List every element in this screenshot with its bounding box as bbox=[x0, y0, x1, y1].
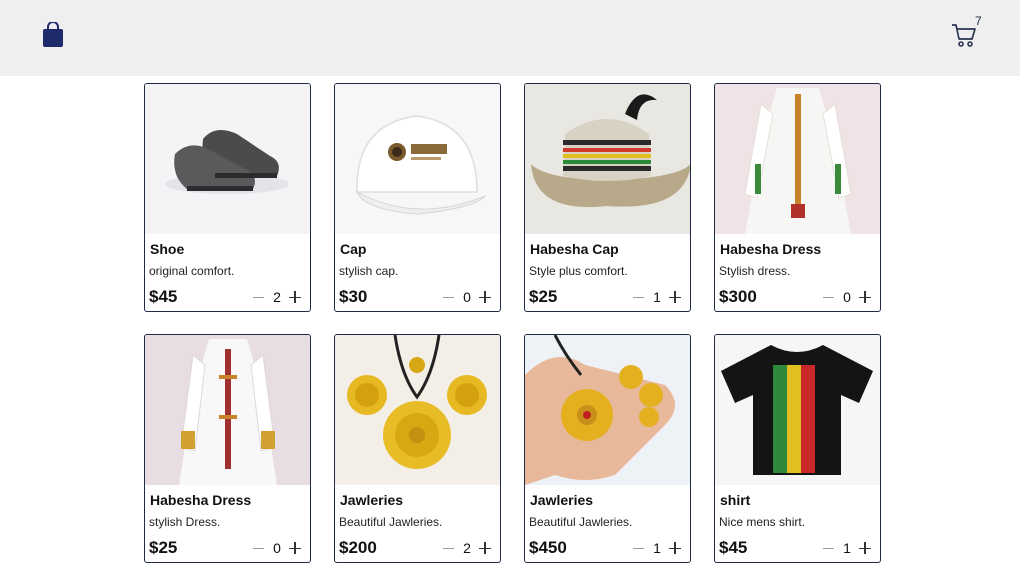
product-card[interactable]: Jawleries Beautiful Jawleries. $450 1 bbox=[524, 334, 691, 563]
product-description: Style plus comfort. bbox=[529, 264, 628, 278]
increment-button[interactable] bbox=[669, 542, 681, 554]
jewelry-hand-image bbox=[525, 335, 690, 485]
woven-hat-image bbox=[525, 84, 690, 234]
quantity-value: 0 bbox=[463, 289, 471, 305]
quantity-value: 1 bbox=[653, 289, 661, 305]
quantity-value: 0 bbox=[273, 540, 281, 556]
product-card[interactable]: shirt Nice mens shirt. $45 1 bbox=[714, 334, 881, 563]
dress-image bbox=[145, 335, 310, 485]
product-title: Habesha Dress bbox=[150, 492, 252, 508]
product-description: Beautiful Jawleries. bbox=[339, 515, 443, 529]
decrement-button[interactable] bbox=[253, 542, 265, 554]
product-title: Shoe bbox=[150, 241, 185, 257]
product-card[interactable]: Cap stylish cap. $30 0 bbox=[334, 83, 501, 312]
product-grid: Shoe original comfort. $45 2 Cap stylish… bbox=[144, 83, 881, 563]
product-title: Jawleries bbox=[340, 492, 404, 508]
quantity-value: 1 bbox=[653, 540, 661, 556]
product-description: original comfort. bbox=[149, 264, 235, 278]
product-price: $300 bbox=[719, 287, 757, 306]
product-card[interactable]: Habesha Dress stylish Dress. $25 0 bbox=[144, 334, 311, 563]
quantity-stepper: 1 bbox=[823, 540, 871, 556]
product-description: Stylish dress. bbox=[719, 264, 791, 278]
product-card[interactable]: Habesha Cap Style plus comfort. $25 1 bbox=[524, 83, 691, 312]
cart-icon[interactable] bbox=[951, 22, 977, 48]
product-card[interactable]: Jawleries Beautiful Jawleries. $200 2 bbox=[334, 334, 501, 563]
increment-button[interactable] bbox=[289, 291, 301, 303]
shopping-bag-icon[interactable] bbox=[41, 21, 65, 48]
increment-button[interactable] bbox=[669, 291, 681, 303]
quantity-stepper: 2 bbox=[443, 540, 491, 556]
product-title: shirt bbox=[720, 492, 751, 508]
decrement-button[interactable] bbox=[633, 291, 645, 303]
product-description: Nice mens shirt. bbox=[719, 515, 806, 529]
quantity-stepper: 2 bbox=[253, 289, 301, 305]
quantity-stepper: 0 bbox=[253, 540, 301, 556]
decrement-button[interactable] bbox=[253, 291, 265, 303]
increment-button[interactable] bbox=[859, 542, 871, 554]
product-price: $25 bbox=[529, 287, 558, 306]
quantity-stepper: 1 bbox=[633, 540, 681, 556]
product-description: stylish cap. bbox=[339, 264, 399, 278]
product-price: $45 bbox=[719, 538, 748, 557]
shoe-image bbox=[145, 84, 310, 234]
increment-button[interactable] bbox=[859, 291, 871, 303]
product-price: $30 bbox=[339, 287, 368, 306]
decrement-button[interactable] bbox=[823, 542, 835, 554]
increment-button[interactable] bbox=[289, 542, 301, 554]
tshirt-image bbox=[715, 335, 880, 485]
product-price: $450 bbox=[529, 538, 567, 557]
quantity-value: 2 bbox=[463, 540, 471, 556]
cart-count-badge: 7 bbox=[975, 14, 982, 28]
quantity-stepper: 0 bbox=[823, 289, 871, 305]
product-title: Habesha Dress bbox=[720, 241, 822, 257]
jewelry-set-image bbox=[335, 335, 500, 485]
decrement-button[interactable] bbox=[633, 542, 645, 554]
quantity-value: 0 bbox=[843, 289, 851, 305]
quantity-stepper: 1 bbox=[633, 289, 681, 305]
quantity-value: 1 bbox=[843, 540, 851, 556]
product-card[interactable]: Habesha Dress Stylish dress. $300 0 bbox=[714, 83, 881, 312]
product-title: Cap bbox=[340, 241, 367, 257]
decrement-button[interactable] bbox=[443, 542, 455, 554]
top-header: 7 bbox=[0, 0, 1020, 76]
decrement-button[interactable] bbox=[443, 291, 455, 303]
product-card[interactable]: Shoe original comfort. $45 2 bbox=[144, 83, 311, 312]
product-description: Beautiful Jawleries. bbox=[529, 515, 633, 529]
dress-image bbox=[715, 84, 880, 234]
quantity-value: 2 bbox=[273, 289, 281, 305]
product-price: $25 bbox=[149, 538, 178, 557]
increment-button[interactable] bbox=[479, 542, 491, 554]
product-price: $45 bbox=[149, 287, 178, 306]
product-title: Jawleries bbox=[530, 492, 594, 508]
decrement-button[interactable] bbox=[823, 291, 835, 303]
quantity-stepper: 0 bbox=[443, 289, 491, 305]
product-title: Habesha Cap bbox=[530, 241, 619, 257]
cap-image bbox=[335, 84, 500, 234]
product-description: stylish Dress. bbox=[149, 515, 221, 529]
increment-button[interactable] bbox=[479, 291, 491, 303]
product-price: $200 bbox=[339, 538, 377, 557]
